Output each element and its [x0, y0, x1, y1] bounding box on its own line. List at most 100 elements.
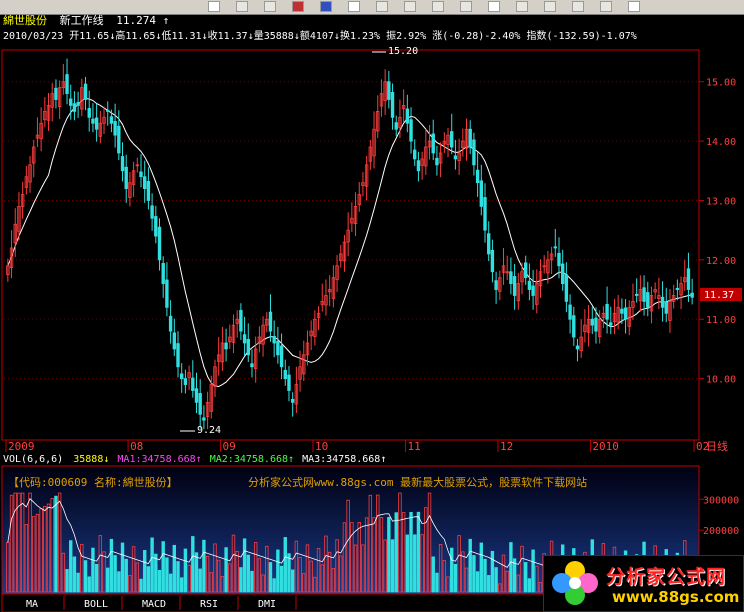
candle [161, 263, 165, 284]
candle [605, 303, 609, 320]
volume-bar [239, 567, 243, 593]
candle [87, 108, 91, 118]
candle [568, 304, 572, 320]
candle [675, 287, 680, 290]
volume-bar [161, 541, 165, 593]
volume-bar [124, 558, 128, 593]
candle [109, 116, 114, 124]
candle [198, 393, 202, 415]
candle [154, 216, 158, 237]
volume-bar [242, 538, 247, 593]
tab-macd[interactable]: MACD [142, 599, 166, 610]
candle [83, 83, 88, 100]
candle [276, 340, 280, 356]
candle [660, 296, 665, 308]
candle [139, 171, 143, 178]
volume-bar [479, 542, 484, 593]
date-axis: 2009080910111220100203 [5, 440, 709, 453]
volume-bar [146, 566, 151, 593]
volume-bar [183, 548, 188, 593]
toolbar-fan-button[interactable] [376, 1, 388, 12]
volume-bar [91, 547, 95, 593]
candle [279, 345, 284, 368]
candle [387, 81, 391, 100]
toolbar-flag-button[interactable] [544, 1, 556, 12]
date-tick-label: 11 [407, 440, 420, 453]
volume-bar [272, 578, 276, 593]
candle [646, 292, 650, 308]
candle [172, 332, 176, 350]
candle [120, 156, 125, 172]
toolbar-circle-button[interactable] [488, 1, 500, 12]
volume-bar [168, 573, 173, 593]
volume-bar [287, 553, 291, 593]
candle [623, 307, 628, 320]
candle [65, 74, 69, 94]
price-tick-label: 14.00 [706, 137, 736, 148]
volume-bar [450, 547, 454, 593]
site-info: 分析家公式网www.88gs.com 最新最大股票公式，股票软件下载网站 [248, 475, 587, 489]
toolbar-close-button[interactable] [628, 1, 640, 12]
volume-bar [76, 572, 80, 593]
vol-ma1: MA1:34758.668↑ [117, 454, 201, 465]
volume-bar [176, 561, 180, 593]
toolbar-grid-button[interactable] [348, 1, 360, 12]
candle [202, 417, 206, 421]
vol-value: 35888↓ [73, 454, 109, 465]
vol-header: VOL(6,6,6) 35888↓ MA1:34758.668↑ MA2:347… [3, 454, 386, 465]
ohlc-info: 2010/03/23 开11.65↓高11.65↓低11.31↓收11.37↓量… [3, 29, 637, 42]
candle [165, 279, 169, 308]
candle [450, 131, 454, 148]
toolbar-square-button[interactable] [460, 1, 472, 12]
tab-ma[interactable]: MA [26, 599, 38, 610]
candle [106, 109, 110, 112]
volume-bar [83, 560, 88, 593]
volume-bar [172, 544, 176, 593]
date-tick-label: 2010 [592, 440, 619, 453]
toolbar-text-button[interactable] [516, 1, 528, 12]
candle [191, 377, 195, 391]
toolbar-arrow-button[interactable] [236, 1, 248, 12]
vol-ma3: MA3:34758.668↑ [302, 454, 386, 465]
candle [242, 334, 247, 344]
candle [290, 398, 295, 403]
candle [168, 315, 173, 332]
toolbar-ray-button[interactable] [320, 1, 332, 12]
vol-ma2: MA2:34758.668↑ [210, 454, 294, 465]
candle [183, 378, 188, 385]
tab-dmi[interactable]: DMI [258, 599, 276, 610]
current-price-label: 11.37 [704, 290, 734, 301]
candle [176, 343, 180, 368]
period-label[interactable]: 日线 [706, 439, 728, 453]
price-tick-label: 10.00 [706, 375, 736, 386]
tab-boll[interactable]: BOLL [84, 599, 108, 610]
volume-bar [202, 539, 206, 593]
volume-bar [106, 567, 110, 593]
toolbar-box-button[interactable] [404, 1, 416, 12]
chart-area[interactable]: 綿世股份 新工作线 11.274 ↑ 2010/03/23 开11.65↓高11… [0, 14, 744, 612]
candle [157, 226, 162, 261]
low-annotation: 9.24 [197, 425, 221, 436]
candle [435, 157, 439, 166]
candle [527, 280, 532, 290]
candle [272, 336, 276, 344]
volume-bar [276, 549, 280, 593]
candle [409, 119, 413, 142]
tab-rsi[interactable]: RSI [200, 599, 218, 610]
date-tick-label: 10 [315, 440, 328, 453]
candle [239, 309, 243, 332]
date-tick-label: 12 [500, 440, 513, 453]
volume-bar [109, 538, 114, 593]
volume-bar [290, 569, 295, 593]
high-annotation: 15.20 [388, 46, 418, 57]
candle [250, 363, 254, 368]
logo-title: 分析家公式网 [606, 566, 727, 588]
toolbar-rect-button[interactable] [432, 1, 444, 12]
toolbar-line-button[interactable] [292, 1, 304, 12]
candle [564, 274, 569, 302]
toolbar-text-button[interactable] [208, 1, 220, 12]
toolbar-save-button[interactable] [600, 1, 612, 12]
toolbar-line-button[interactable] [264, 1, 276, 12]
volume-bar [154, 553, 158, 593]
toolbar-dots-button[interactable] [572, 1, 584, 12]
